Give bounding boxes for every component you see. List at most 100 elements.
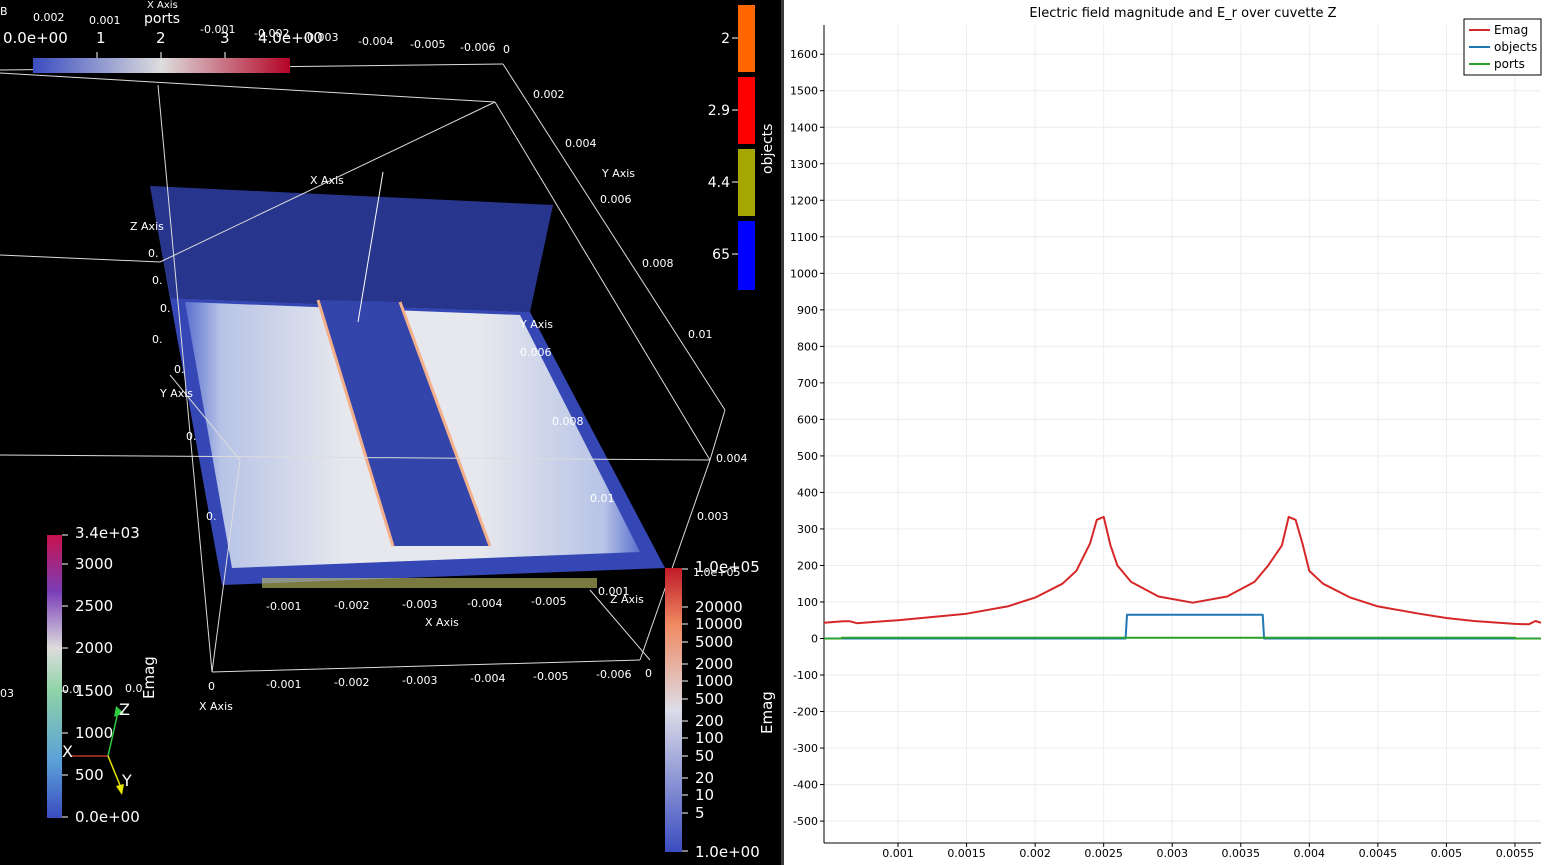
series-line-ports <box>824 636 1541 640</box>
x-tick-label: 0.001 <box>882 847 914 860</box>
chart-legend[interactable]: Emag objects ports <box>1463 18 1542 76</box>
orientation-y-label: Y <box>121 771 132 790</box>
right-y-tick: 0.004 <box>565 137 597 150</box>
objects-swatch <box>738 77 755 144</box>
x-tick-label: 0.0025 <box>1084 847 1123 860</box>
top-x-tick: -0.005 <box>410 38 445 51</box>
y-tick-label: 0 <box>811 633 818 646</box>
line-chart-canvas[interactable]: Electric field magnitude and E_r over cu… <box>784 0 1562 865</box>
partial-label: 0. <box>174 363 185 376</box>
inner-x-tick: -0.003 <box>402 598 437 611</box>
top-x-tick: -0.001 <box>200 23 235 36</box>
emag-bar-tick: 500 <box>75 766 104 784</box>
axis-title-x-mid: X Axis <box>310 174 344 187</box>
axis-title-x-inner: X Axis <box>425 616 459 629</box>
emag-log-tick: 5 <box>695 804 705 822</box>
objects-swatch <box>738 149 755 216</box>
y-tick-label: 1200 <box>790 194 818 207</box>
y-tick-label: 700 <box>797 377 818 390</box>
emag-bar-tick: 3000 <box>75 555 113 573</box>
back-wall-plane <box>150 186 553 312</box>
legend-label-objects: objects <box>1494 40 1537 54</box>
emag-bar-gradient <box>47 535 62 818</box>
axis-title-y-left: Y Axis <box>159 387 193 400</box>
y-tick-label: 1400 <box>790 121 818 134</box>
emag-color-bar-linear: 3.4e+03 3000 2500 2000 1500 1000 500 0.0… <box>47 524 158 826</box>
right-y-tick: 0.006 <box>600 193 632 206</box>
right-y-tick: 0.008 <box>642 257 674 270</box>
partial-label: 0. <box>206 510 217 523</box>
y-tick-label: 300 <box>797 523 818 536</box>
orientation-z-label: Z <box>119 700 130 719</box>
chart-series <box>823 515 1542 640</box>
render-canvas[interactable]: B 0.002 0.001 -0.001 -0.002 -0.003 -0.00… <box>0 0 781 865</box>
emag-log-bar-gradient <box>665 568 682 852</box>
y-tick-label: 800 <box>797 340 818 353</box>
render-view-3d[interactable]: B 0.002 0.001 -0.001 -0.002 -0.003 -0.00… <box>0 0 781 865</box>
y-tick-label: 600 <box>797 413 818 426</box>
partial-label: 0. <box>160 302 171 315</box>
partial-label: 0. <box>148 247 159 260</box>
top-x-tick: 0 <box>503 43 510 56</box>
emag-color-bar-log: 1.0e+05 20000 10000 5000 2000 1000 500 2… <box>665 558 776 861</box>
emag-log-tick: 200 <box>695 712 724 730</box>
inner-y-tick: 0.01 <box>590 492 615 505</box>
y-tick-label: -400 <box>793 779 818 792</box>
series-line-Emag <box>823 515 1542 626</box>
x-tick-label: 0.005 <box>1431 847 1463 860</box>
emag-log-tick: 10 <box>695 786 714 804</box>
objects-swatch <box>738 221 755 290</box>
emag-log-tick: 50 <box>695 747 714 765</box>
y-tick-label: -100 <box>793 669 818 682</box>
ports-bar-title: ports <box>144 11 180 27</box>
ports-bar-max-label: 4.0e+00 <box>258 29 323 47</box>
partial-label: 03 <box>0 687 14 700</box>
legend-label-Emag: Emag <box>1494 23 1528 37</box>
y-tick-label: 1300 <box>790 158 818 171</box>
ports-bar-min-label: 0.0e+00 <box>3 29 68 47</box>
x-tick-label: 0.003 <box>1156 847 1188 860</box>
emag-bar-tick: 2500 <box>75 597 113 615</box>
series-line-objects <box>824 613 1541 640</box>
objects-legend: 2 2.9 4.4 65 objects <box>708 5 776 290</box>
y-tick-label: 200 <box>797 559 818 572</box>
top-x-tick: -0.004 <box>358 35 393 48</box>
emag-bar-min-label: 0.0e+00 <box>75 808 140 826</box>
partial-label: 0. <box>186 430 197 443</box>
emag-log-tick: 5000 <box>695 633 733 651</box>
right-y-tick: 0.01 <box>688 328 713 341</box>
bottom-x-tick: 0 <box>645 667 652 680</box>
emag-bar-tick: 1000 <box>75 724 113 742</box>
x-tick-label: 0.0045 <box>1359 847 1398 860</box>
line-chart-view[interactable]: Electric field magnitude and E_r over cu… <box>784 0 1562 865</box>
x-tick-label: 0.002 <box>1019 847 1051 860</box>
objects-swatch <box>738 5 755 72</box>
ports-bar-tick: 2 <box>156 29 166 47</box>
scene-mesh <box>150 171 665 588</box>
partial-label: 0. <box>152 274 163 287</box>
bottom-x-tick: -0.006 <box>596 668 631 681</box>
y-tick-label: 400 <box>797 486 818 499</box>
x-tick-label: 0.0015 <box>947 847 986 860</box>
right-z-tick: 0.003 <box>697 510 729 523</box>
top-x-tick: -0.006 <box>460 41 495 54</box>
inner-x-tick: -0.005 <box>531 595 566 608</box>
objects-legend-label: 65 <box>712 247 730 263</box>
axis-title-z-left: Z Axis <box>130 220 164 233</box>
emag-log-tick: 20000 <box>695 598 743 616</box>
inner-x-tick: -0.004 <box>467 597 502 610</box>
y-tick-label: 1500 <box>790 85 818 98</box>
ports-bar-tick: 3 <box>220 29 230 47</box>
y-tick-label: 1600 <box>790 48 818 61</box>
bottom-x-tick: -0.002 <box>334 676 369 689</box>
emag-log-tick: 1000 <box>695 672 733 690</box>
emag-log-min-label: 1.0e+00 <box>695 843 760 861</box>
x-tick-label: 0.0035 <box>1222 847 1261 860</box>
y-tick-label: -300 <box>793 742 818 755</box>
axis-title-z-inner: Z Axis <box>610 593 644 606</box>
emag-log-tick: 10000 <box>695 615 743 633</box>
axis-title-y-inner: Y Axis <box>519 318 553 331</box>
bottom-x-tick: 0 <box>208 680 215 693</box>
y-tick-label: 900 <box>797 304 818 317</box>
ports-bar-tick: 1 <box>96 29 106 47</box>
